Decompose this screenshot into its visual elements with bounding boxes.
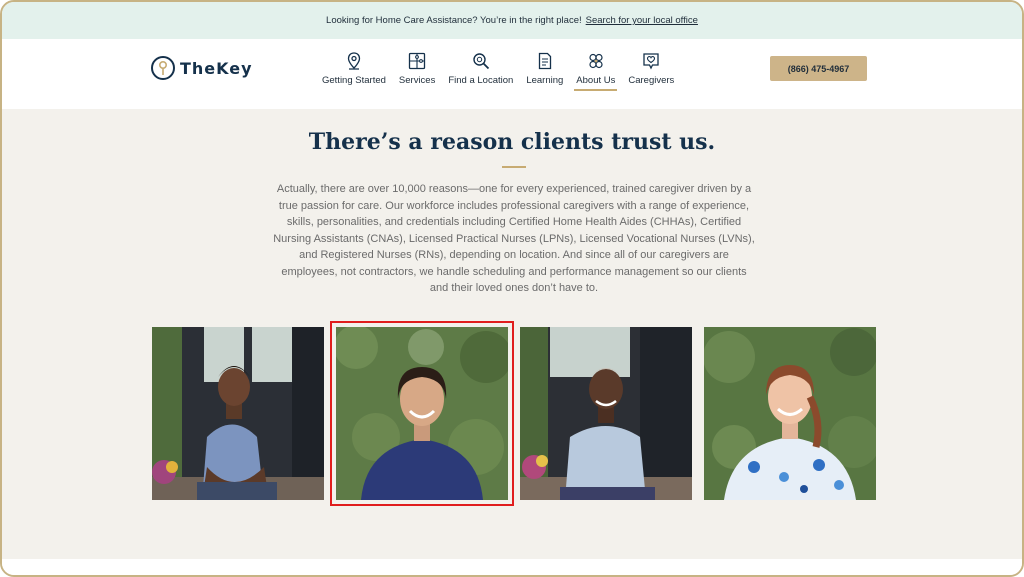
nav-services[interactable]: Services bbox=[399, 51, 435, 86]
nav-label: About Us bbox=[576, 75, 616, 86]
page-frame: Looking for Home Care Assistance? You’re… bbox=[0, 0, 1024, 577]
logo-text: TheKey bbox=[180, 58, 253, 78]
search-local-office-link[interactable]: Search for your local office bbox=[586, 15, 698, 26]
nav-learning[interactable]: Learning bbox=[526, 51, 563, 86]
nav-label: Find a Location bbox=[448, 75, 514, 86]
key-icon bbox=[151, 56, 175, 80]
announcement-text: Looking for Home Care Assistance? You’re… bbox=[326, 15, 582, 26]
site-header: TheKey Getting Started Services Find a L… bbox=[2, 39, 1022, 109]
heart-badge-icon bbox=[643, 53, 659, 70]
intro-paragraph: Actually, there are over 10,000 reasons—… bbox=[273, 183, 755, 294]
nav-getting-started[interactable]: Getting Started bbox=[322, 51, 386, 86]
nav-label: Learning bbox=[526, 75, 564, 86]
announcement-bar: Looking for Home Care Assistance? You’re… bbox=[2, 2, 1022, 39]
document-icon bbox=[538, 52, 551, 70]
caregiver-photo-1[interactable] bbox=[152, 327, 324, 500]
nav-label: Services bbox=[398, 75, 436, 86]
nav-caregivers[interactable]: Caregivers bbox=[628, 51, 674, 86]
caregiver-photo-4[interactable] bbox=[704, 327, 876, 500]
caregiver-photo-3[interactable] bbox=[520, 327, 692, 500]
footer-band bbox=[2, 559, 1022, 575]
puzzle-icon bbox=[408, 52, 426, 70]
nav-find-location[interactable]: Find a Location bbox=[448, 51, 513, 86]
team-icon bbox=[589, 53, 603, 69]
nav-label: Caregivers bbox=[628, 75, 675, 86]
main-section: There’s a reason clients trust us. Actua… bbox=[2, 109, 1022, 559]
page-title: There’s a reason clients trust us. bbox=[308, 129, 716, 155]
thekey-logo[interactable]: TheKey bbox=[151, 56, 253, 80]
main-nav: Getting Started Services Find a Location bbox=[322, 51, 674, 91]
title-divider bbox=[502, 166, 526, 168]
nav-label: Getting Started bbox=[322, 75, 386, 86]
caregiver-photo-2[interactable] bbox=[330, 321, 514, 506]
phone-button[interactable]: (866) 475-4967 bbox=[770, 56, 867, 81]
location-pin-icon bbox=[347, 52, 361, 70]
magnifier-icon bbox=[473, 53, 489, 70]
caregiver-photo-grid bbox=[152, 321, 876, 506]
nav-about-us[interactable]: About Us bbox=[574, 51, 618, 91]
